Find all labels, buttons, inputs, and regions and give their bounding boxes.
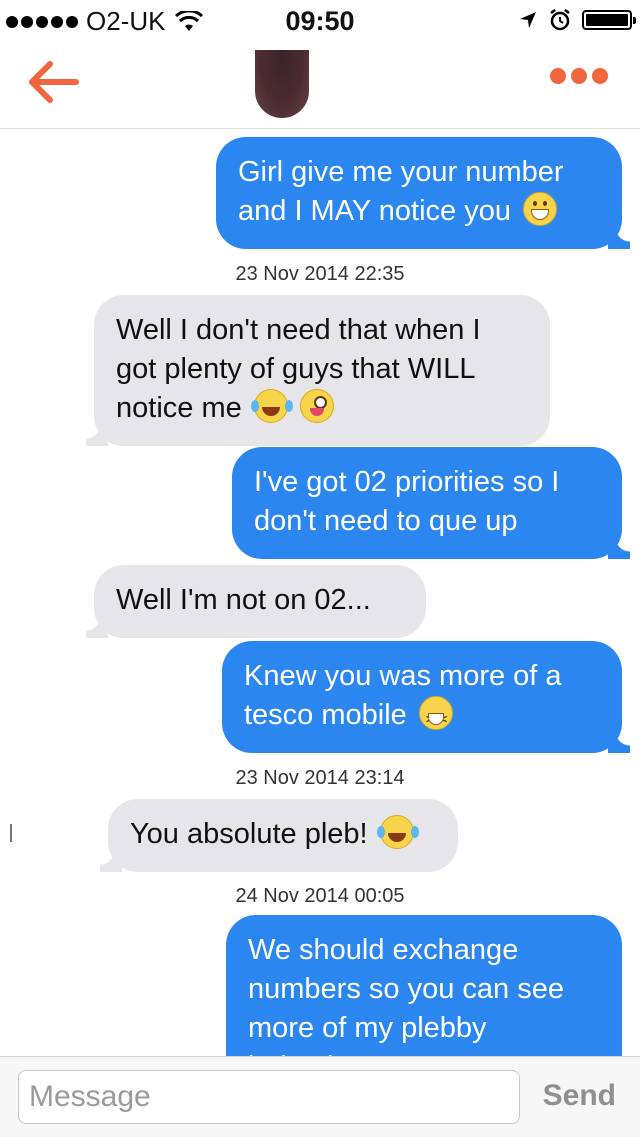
message-input[interactable]	[18, 1070, 520, 1124]
chat-header	[0, 40, 640, 129]
message-line: and I MAY notice you	[238, 195, 511, 227]
message-composer: Send	[0, 1056, 640, 1137]
incoming-message: You absolute pleb!	[100, 799, 458, 872]
outgoing-message: I've got 02 priorities so I don't need t…	[232, 447, 630, 559]
outgoing-message: Knew you was more of a tesco mobile	[222, 641, 630, 753]
timestamp: 24 Nov 2014 00:05	[235, 885, 405, 907]
scroll-edge-mark	[10, 824, 12, 842]
message-list[interactable]: Girl give me your number and I MAY notic…	[0, 129, 640, 1056]
back-button[interactable]	[26, 60, 82, 104]
location-arrow-icon	[520, 12, 536, 28]
message-line: Well I don't need that when I	[116, 314, 481, 346]
outgoing-message: We should exchange numbers so you can se…	[226, 915, 622, 1056]
timestamp: 23 Nov 2014 22:35	[235, 263, 405, 285]
winking-tongue-icon	[299, 389, 334, 423]
status-right	[518, 8, 636, 32]
laughing-face-icon	[418, 696, 453, 739]
message-line: tesco mobile	[244, 699, 407, 731]
more-options-button[interactable]	[550, 68, 608, 84]
alarm-icon	[550, 9, 570, 31]
message-line: numbers so you can see	[248, 973, 564, 1005]
incoming-message: Well I don't need that when I got plenty…	[86, 295, 550, 446]
timestamp: 23 Nov 2014 23:14	[235, 767, 405, 789]
battery-icon	[582, 10, 636, 30]
more-dots-icon	[550, 68, 566, 84]
message-line: don't need to que up	[254, 505, 518, 537]
message-line: Knew you was more of a	[244, 660, 562, 692]
arrow-left-icon	[29, 61, 79, 103]
battery-level	[586, 14, 628, 26]
tears-of-joy-icon	[250, 389, 288, 423]
outgoing-message: Girl give me your number and I MAY notic…	[216, 137, 630, 249]
send-button[interactable]: Send	[543, 1079, 616, 1113]
message-line: I've got 02 priorities so I	[254, 466, 560, 498]
tears-of-joy-icon	[376, 815, 414, 849]
message-line: We should exchange	[248, 934, 519, 966]
message-line: Well I'm not on 02...	[116, 584, 371, 616]
message-line: You absolute pleb!	[130, 818, 368, 850]
incoming-message: Well I'm not on 02...	[86, 565, 426, 638]
status-bar: O2-UK 09:50	[0, 0, 640, 40]
message-line: Girl give me your number	[238, 156, 564, 188]
message-line: more of my plebby	[248, 1012, 487, 1044]
match-avatar[interactable]	[255, 50, 309, 118]
grinning-face-icon	[523, 192, 558, 226]
message-line: got plenty of guys that WILL	[116, 353, 476, 385]
message-line: notice me	[116, 392, 242, 424]
